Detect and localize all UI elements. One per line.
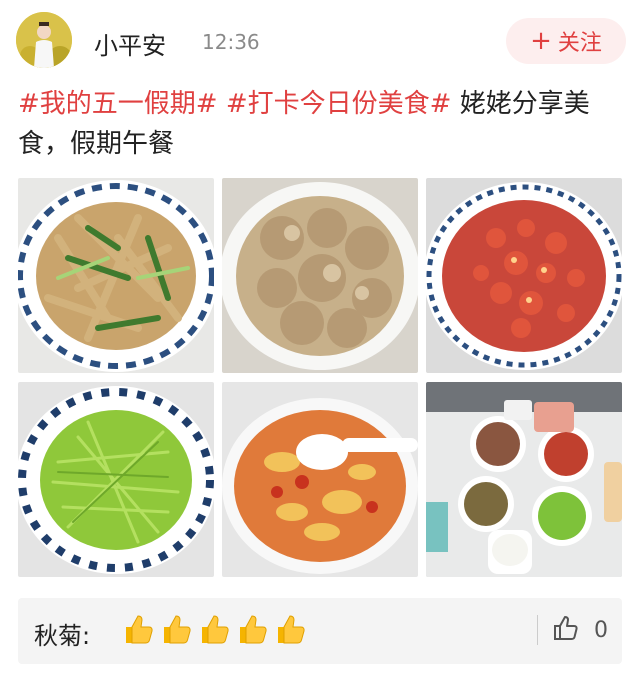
follow-label: 关注 <box>557 31 602 56</box>
food-photo[interactable] <box>18 382 214 577</box>
like-area: 0 <box>537 614 608 646</box>
food-photo[interactable] <box>222 178 418 373</box>
comment-author[interactable]: 秋菊: <box>34 616 90 651</box>
thumbs-up-icon <box>156 612 192 652</box>
divider <box>537 615 538 645</box>
food-photo[interactable] <box>222 382 418 577</box>
thumbs-up-icon <box>118 612 154 652</box>
food-photo[interactable] <box>426 382 622 577</box>
comment-emoji-row <box>118 612 306 652</box>
post-text: #我的五一假期# #打卡今日份美食# 姥姥分享美食，假期午餐 <box>18 84 618 164</box>
like-icon[interactable] <box>552 614 580 646</box>
thumbs-up-icon <box>270 612 306 652</box>
thumbs-up-icon <box>194 612 230 652</box>
photo-grid <box>18 178 622 578</box>
post-header: 小平安 12:36 + 关注 <box>16 12 626 74</box>
username[interactable]: 小平安 <box>94 26 166 61</box>
like-count: 0 <box>594 617 608 643</box>
follow-button[interactable]: + 关注 <box>506 18 626 64</box>
comment-bar: 秋菊: 0 <box>18 598 622 664</box>
avatar[interactable] <box>16 12 72 68</box>
hashtag-link[interactable]: #打卡今日份美食# <box>226 89 452 119</box>
food-photo[interactable] <box>18 178 214 373</box>
post-time: 12:36 <box>202 30 260 54</box>
food-photo[interactable] <box>426 178 622 373</box>
plus-icon: + <box>530 26 552 56</box>
hashtag-link[interactable]: #我的五一假期# <box>18 89 218 119</box>
thumbs-up-icon <box>232 612 268 652</box>
